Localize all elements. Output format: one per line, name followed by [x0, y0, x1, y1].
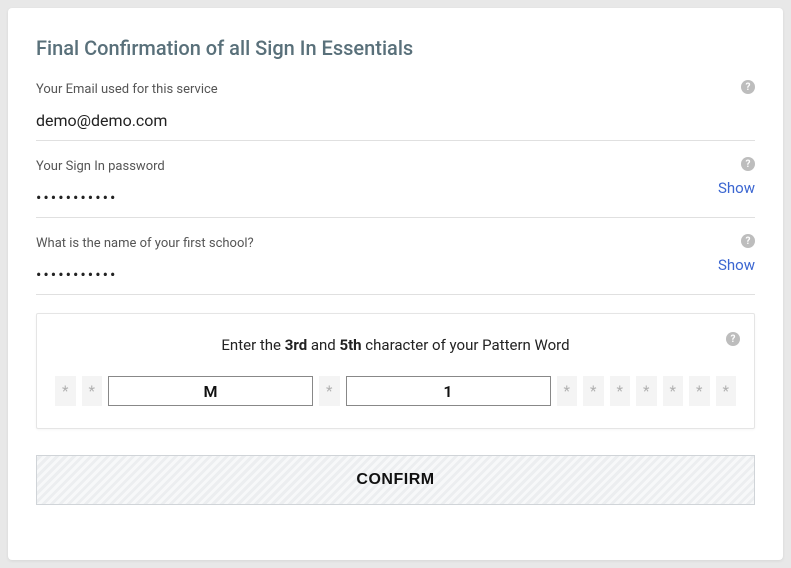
help-icon[interactable]: ?: [741, 80, 755, 94]
email-field-group: Your Email used for this service demo@de…: [36, 76, 755, 141]
pattern-row: **********: [55, 376, 736, 406]
confirmation-card: Final Confirmation of all Sign In Essent…: [8, 8, 783, 560]
pattern-input-5[interactable]: [346, 376, 551, 406]
pattern-card: ? Enter the 3rd and 5th character of you…: [36, 313, 755, 429]
show-password-link[interactable]: Show: [718, 179, 755, 197]
pattern-cell-disabled: *: [557, 376, 578, 406]
pattern-instruction-prefix: Enter the: [221, 336, 284, 354]
security-label: What is the name of your first school?: [36, 236, 755, 251]
pattern-instruction-suffix: character of your Pattern Word: [362, 336, 570, 354]
pattern-instruction: Enter the 3rd and 5th character of your …: [55, 336, 736, 354]
pattern-cell-disabled: *: [55, 376, 76, 406]
pattern-cell-disabled: *: [689, 376, 710, 406]
help-icon[interactable]: ?: [726, 332, 740, 346]
pattern-input-3[interactable]: [108, 376, 313, 406]
security-masked: •••••••••••: [36, 265, 117, 284]
help-icon[interactable]: ?: [741, 234, 755, 248]
help-icon[interactable]: ?: [741, 157, 755, 171]
pattern-pos2: 5th: [339, 336, 361, 354]
confirm-button[interactable]: CONFIRM: [36, 455, 755, 505]
email-label: Your Email used for this service: [36, 82, 755, 97]
password-label: Your Sign In password: [36, 159, 755, 174]
pattern-cell-disabled: *: [319, 376, 340, 406]
email-value: demo@demo.com: [36, 111, 167, 130]
pattern-cell-disabled: *: [716, 376, 737, 406]
page-title: Final Confirmation of all Sign In Essent…: [36, 36, 755, 60]
password-field-group: Your Sign In password ••••••••••• ? Show: [36, 153, 755, 218]
pattern-cell-disabled: *: [610, 376, 631, 406]
pattern-cell-disabled: *: [636, 376, 657, 406]
pattern-instruction-mid: and: [307, 336, 339, 354]
pattern-pos1: 3rd: [285, 336, 307, 354]
pattern-cell-disabled: *: [82, 376, 103, 406]
show-security-link[interactable]: Show: [718, 256, 755, 274]
security-field-group: What is the name of your first school? •…: [36, 230, 755, 295]
pattern-cell-disabled: *: [663, 376, 684, 406]
pattern-cell-disabled: *: [583, 376, 604, 406]
password-masked: •••••••••••: [36, 188, 117, 207]
